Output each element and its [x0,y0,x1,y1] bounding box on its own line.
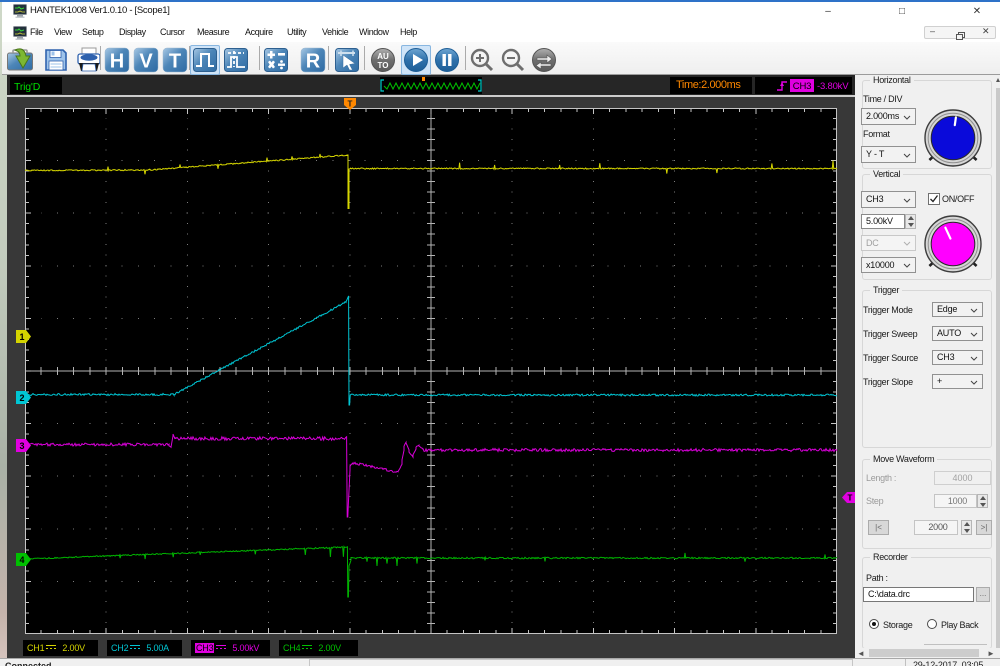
svg-text:4: 4 [19,555,24,565]
svg-text:T: T [848,494,853,503]
svg-text:R: R [306,51,321,73]
svg-text:3: 3 [19,441,24,451]
svg-text:-3.80kV: -3.80kV [817,81,849,92]
svg-text:T: T [348,100,353,109]
svg-text:H: H [110,51,124,73]
svg-text:2: 2 [19,393,24,403]
svg-text:T: T [169,51,181,73]
svg-text:AU: AU [377,52,389,61]
svg-text:V: V [139,51,153,73]
svg-text:CH3: CH3 [793,81,811,92]
svg-text:1: 1 [19,332,24,342]
svg-text:TO: TO [378,61,389,70]
